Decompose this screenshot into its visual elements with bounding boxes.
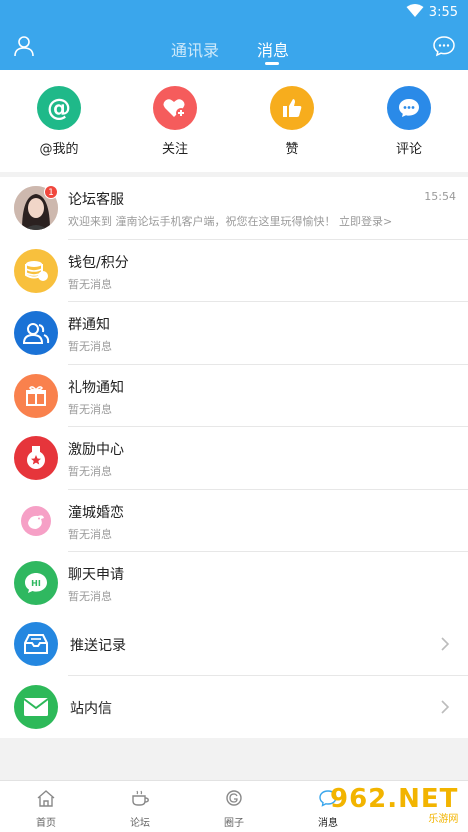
quick-action-label: 评论 xyxy=(395,142,422,157)
message-title: 潼城婚恋 xyxy=(68,504,124,521)
nav-home[interactable]: 首页 xyxy=(16,789,76,829)
quick-action-label: 关注 xyxy=(161,142,188,157)
top-header: 3:55 通讯录 消息 xyxy=(0,0,468,70)
quick-action-follow[interactable]: 关注 xyxy=(135,86,215,157)
chevron-right-icon xyxy=(441,699,450,714)
gift-icon xyxy=(14,373,58,418)
nav-label: 消息 xyxy=(318,818,338,829)
active-tab-indicator xyxy=(265,62,279,65)
chevron-right-icon xyxy=(441,637,450,651)
quick-action-label: 赞 xyxy=(285,142,299,157)
message-preview: 暂无消息 xyxy=(68,465,112,478)
message-title: 激励中心 xyxy=(68,442,124,458)
nav-label: 首页 xyxy=(36,818,56,829)
list-item-dating[interactable]: 潼城婚恋 暂无消息 xyxy=(0,490,468,552)
coffee-cup-icon xyxy=(132,790,149,806)
bird-icon xyxy=(14,498,58,543)
list-item-group-notice[interactable]: 群通知 暂无消息 xyxy=(0,302,468,365)
message-title: 论坛客服 xyxy=(68,192,124,208)
home-icon xyxy=(37,790,55,807)
message-preview: 欢迎来到 潼南论坛手机客户端，祝您在这里玩得愉快！ 立即登录> xyxy=(68,215,393,228)
link-list: 推送记录 站内信 xyxy=(0,613,468,738)
message-preview: 暂无消息 xyxy=(68,277,112,291)
list-item-chat-request[interactable]: HI 聊天申请 暂无消息 xyxy=(0,552,468,615)
link-title: 推送记录 xyxy=(70,638,126,654)
nav-circle[interactable]: 圈子 xyxy=(204,789,264,829)
nav-label: 论坛 xyxy=(130,818,150,829)
link-title: 站内信 xyxy=(70,700,112,717)
nav-forum[interactable]: 论坛 xyxy=(110,789,170,829)
chat-bubble-icon[interactable] xyxy=(432,34,456,58)
thumbs-up-icon xyxy=(270,86,314,130)
list-item-gift-notice[interactable]: 礼物通知 暂无消息 xyxy=(0,365,468,427)
message-title: 礼物通知 xyxy=(68,379,124,396)
quick-action-comment[interactable]: 评论 xyxy=(369,86,449,157)
message-time: 15:54 xyxy=(424,190,456,203)
coins-icon xyxy=(14,248,58,293)
quick-actions-panel: @ @我的 关注 赞 评论 xyxy=(0,70,468,172)
heart-plus-icon xyxy=(153,86,197,130)
envelope-icon xyxy=(14,684,58,729)
watermark-subtext: 乐游网 xyxy=(428,814,459,825)
list-item-incentive-center[interactable]: 激励中心 暂无消息 xyxy=(0,427,468,490)
message-preview: 暂无消息 xyxy=(68,340,112,353)
medal-icon xyxy=(14,436,58,480)
list-item-forum-service[interactable]: 1 论坛客服 欢迎来到 潼南论坛手机客户端，祝您在这里玩得愉快！ 立即登录> 1… xyxy=(0,177,468,240)
status-bar: 3:55 xyxy=(0,0,468,26)
message-title: 聊天申请 xyxy=(68,567,124,583)
message-title: 钱包/积分 xyxy=(68,254,129,271)
profile-icon[interactable] xyxy=(12,34,36,58)
svg-text:HI: HI xyxy=(31,579,41,588)
hi-chat-icon: HI xyxy=(14,561,58,605)
group-icon xyxy=(14,311,58,355)
quick-action-label: @我的 xyxy=(39,142,79,157)
nav-label: 圈子 xyxy=(224,818,244,829)
message-preview: 暂无消息 xyxy=(68,527,112,541)
tab-contacts[interactable]: 通讯录 xyxy=(171,37,219,61)
list-item-site-mail[interactable]: 站内信 xyxy=(0,676,468,739)
inbox-icon xyxy=(14,622,58,666)
message-preview: 暂无消息 xyxy=(68,590,112,603)
list-item-push-history[interactable]: 推送记录 xyxy=(0,613,468,676)
message-preview: 暂无消息 xyxy=(68,402,112,416)
quick-action-like[interactable]: 赞 xyxy=(252,86,332,157)
list-item-wallet[interactable]: 钱包/积分 暂无消息 xyxy=(0,240,468,302)
circle-icon xyxy=(226,790,242,806)
at-icon: @ xyxy=(37,86,81,130)
tab-messages[interactable]: 消息 xyxy=(257,37,289,61)
comment-bubble-icon xyxy=(387,86,431,130)
watermark-logo: 962.NET 乐游网 xyxy=(330,784,458,825)
status-time: 3:55 xyxy=(428,5,458,20)
message-title: 群通知 xyxy=(68,317,110,333)
wifi-icon xyxy=(406,4,424,17)
unread-badge: 1 xyxy=(44,185,58,199)
quick-action-mentions[interactable]: @ @我的 xyxy=(19,86,99,157)
message-list: 1 论坛客服 欢迎来到 潼南论坛手机客户端，祝您在这里玩得愉快！ 立即登录> 1… xyxy=(0,177,468,615)
